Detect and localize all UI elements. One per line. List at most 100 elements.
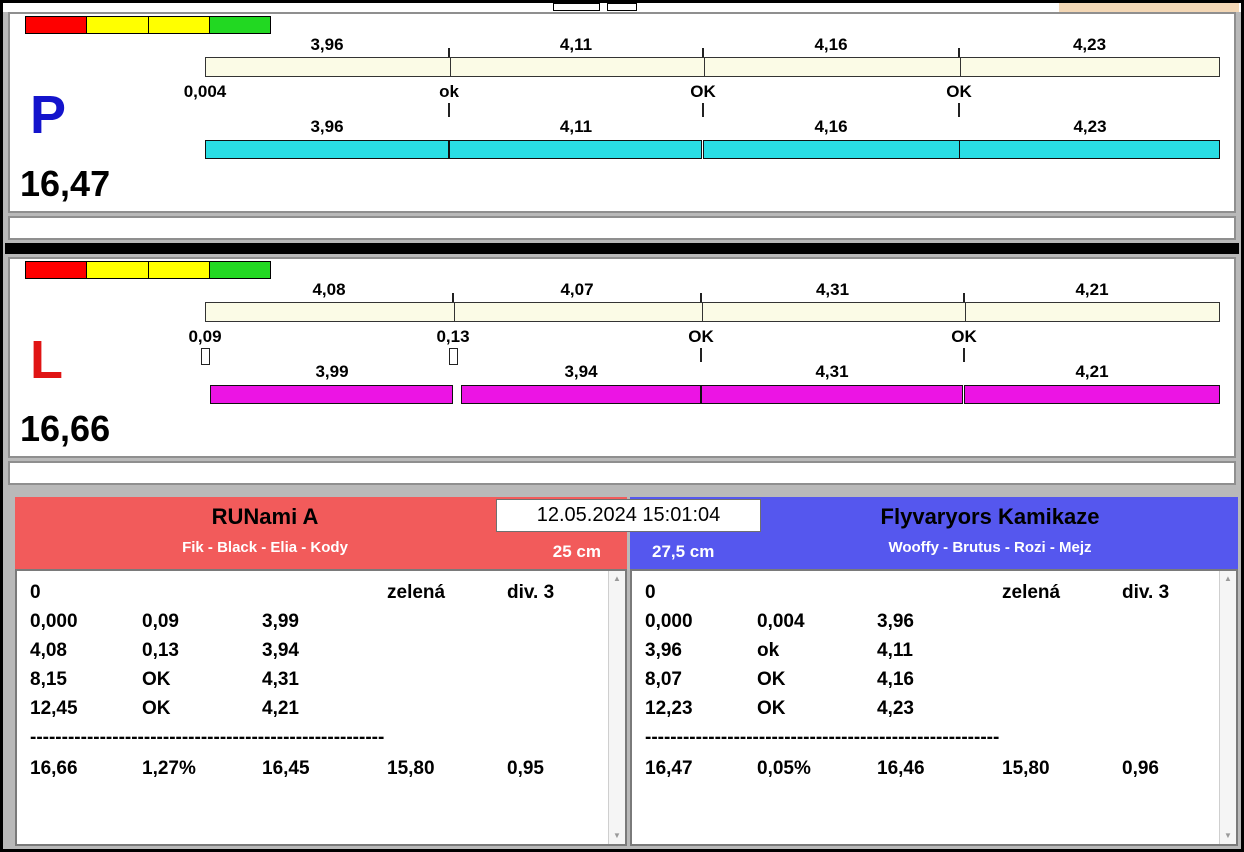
total-cell: 16,47 (645, 758, 693, 779)
total-cell: 0,05% (757, 758, 811, 779)
ruler-tick (702, 48, 704, 57)
dog-time-segment (964, 385, 1220, 404)
crossing-status-label: OK (951, 327, 977, 346)
lane-panel-L: L 16,66 4,08 4,07 4,31 4,21 0,09 0,13 OK OK 3,99… (8, 257, 1236, 458)
total-cell: 16,45 (262, 758, 310, 779)
ruler-tick (958, 48, 960, 57)
penalty-box (201, 348, 210, 365)
result-separator: ----------------------------------------… (30, 727, 385, 748)
team-dogs: Fik - Black - Elia - Kody (182, 539, 348, 556)
ruler-divider (450, 58, 451, 76)
dog-time-label: 4,21 (1075, 362, 1109, 381)
result-cell: zelená (387, 582, 446, 603)
result-cell: 0,13 (142, 640, 179, 661)
result-cell: 4,31 (262, 669, 299, 690)
result-cell: 12,23 (645, 698, 693, 719)
scroll-up-icon[interactable]: ▲ (609, 574, 625, 584)
traffic-cell (26, 17, 88, 33)
dog-time-segment (701, 385, 963, 404)
dog-time-segment (959, 140, 1220, 159)
lane-divider (5, 243, 1239, 254)
result-cell: OK (757, 669, 786, 690)
traffic-cell (87, 262, 149, 278)
result-cell: 8,07 (645, 669, 682, 690)
traffic-cell (148, 262, 210, 278)
result-cell: 0 (645, 582, 656, 603)
total-cell: 1,27% (142, 758, 196, 779)
desktop-strip (3, 3, 1241, 12)
ruler-tick (448, 48, 450, 57)
result-cell: 3,99 (262, 611, 299, 632)
result-cell: 0,004 (757, 611, 805, 632)
split-time-label: 4,16 (814, 35, 848, 54)
result-cell: 4,11 (877, 640, 913, 661)
total-cell: 0,96 (1122, 758, 1159, 779)
result-cell: 0 (30, 582, 41, 603)
dog-time-segment (210, 385, 453, 404)
dog-time-label: 4,16 (814, 117, 848, 136)
result-list[interactable]: 0 zelená div. 3 0,000 0,004 3,96 3,96 ok 4,11 8,0… (632, 571, 1219, 844)
lane-status-strip (8, 216, 1236, 240)
team-name: RUNami A (211, 504, 319, 529)
traffic-cell (209, 17, 270, 33)
ruler-tick (700, 293, 702, 302)
result-cell: zelená (1002, 582, 1061, 603)
background-window-edge (1059, 3, 1239, 12)
result-cell: 12,45 (30, 698, 78, 719)
dog-time-segment (205, 140, 449, 159)
scrollbar[interactable]: ▲ ▼ (608, 571, 625, 844)
result-cell: 3,94 (262, 640, 299, 661)
status-tick (448, 103, 450, 117)
status-tick (963, 348, 965, 362)
result-list[interactable]: 0 zelená div. 3 0,000 0,09 3,99 4,08 0,13 3,94 8,… (17, 571, 608, 844)
team-name: Flyvaryors Kamikaze (880, 504, 1100, 529)
result-cell: 4,21 (262, 698, 299, 719)
team-text-block: Flyvaryors Kamikaze Wooffy - Brutus - Ro… (742, 497, 1238, 569)
team-results-right: 0 zelená div. 3 0,000 0,004 3,96 3,96 ok 4,11 8,0… (630, 569, 1238, 846)
lane-total-time: 16,66 (20, 408, 111, 449)
result-cell: 4,08 (30, 640, 67, 661)
dog-time-label: 4,31 (815, 362, 849, 381)
split-ruler (205, 302, 1220, 322)
scroll-down-icon[interactable]: ▼ (1220, 831, 1236, 841)
dog-time-label: 3,99 (315, 362, 349, 381)
split-time-label: 3,96 (310, 35, 344, 54)
lane-letter: L (30, 330, 63, 390)
result-cell: div. 3 (507, 582, 555, 603)
dog-time-label: 3,94 (564, 362, 598, 381)
crossing-status-label: OK (946, 82, 972, 101)
scroll-up-icon[interactable]: ▲ (1220, 574, 1236, 584)
result-cell: 4,16 (877, 669, 914, 690)
result-cell: OK (757, 698, 786, 719)
result-cell: 8,15 (30, 669, 67, 690)
team-results-left: 0 zelená div. 3 0,000 0,09 3,99 4,08 0,13 3,94 8,… (15, 569, 627, 846)
result-separator: ----------------------------------------… (645, 727, 1000, 748)
team-dogs: Wooffy - Brutus - Rozi - Mejz (888, 539, 1092, 556)
crossing-status-label: OK (690, 82, 716, 101)
status-tick (700, 348, 702, 362)
dog-time-label: 3,96 (310, 117, 344, 136)
total-cell: 0,95 (507, 758, 544, 779)
result-cell: 3,96 (877, 611, 914, 632)
traffic-cell (148, 17, 210, 33)
ruler-divider (965, 303, 966, 321)
ruler-tick (963, 293, 965, 302)
crossing-status-label: 0,004 (183, 82, 227, 101)
ruler-tick (452, 293, 454, 302)
dog-time-segment (703, 140, 960, 159)
window-fragment (553, 3, 600, 11)
ruler-divider (704, 58, 705, 76)
traffic-cell (209, 262, 270, 278)
dog-time-segment (461, 385, 701, 404)
split-time-label: 4,11 (559, 35, 593, 54)
split-time-label: 4,07 (560, 280, 594, 299)
result-cell: div. 3 (1122, 582, 1170, 603)
dog-time-segment (449, 140, 702, 159)
jump-height-label: 27,5 cm (652, 542, 715, 561)
ruler-divider (702, 303, 703, 321)
status-tick (702, 103, 704, 117)
total-cell: 16,46 (877, 758, 925, 779)
total-cell: 15,80 (1002, 758, 1050, 779)
scroll-down-icon[interactable]: ▼ (609, 831, 625, 841)
scrollbar[interactable]: ▲ ▼ (1219, 571, 1236, 844)
